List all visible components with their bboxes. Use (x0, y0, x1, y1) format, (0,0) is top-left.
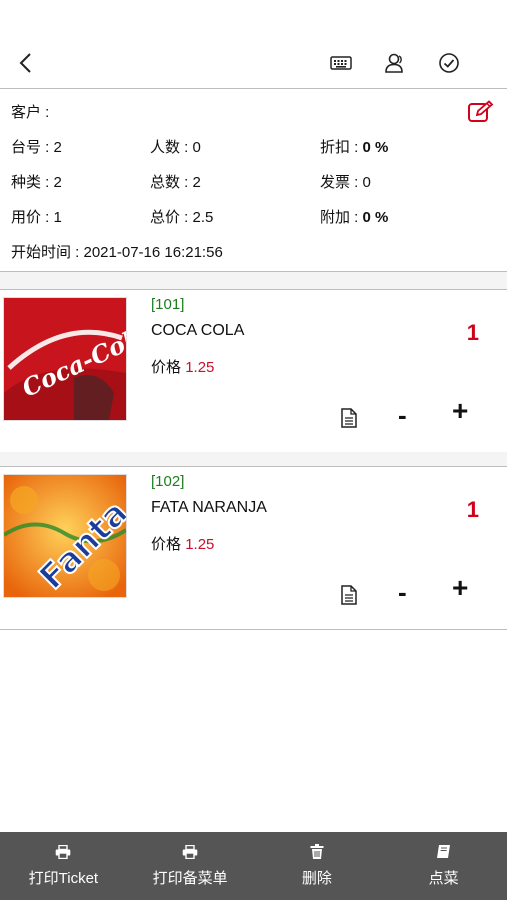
confirm-button[interactable] (434, 48, 464, 78)
discount-value: 0 % (362, 139, 389, 156)
item-quantity: 1 (466, 497, 479, 522)
increase-button[interactable]: + (452, 396, 468, 426)
check-circle-icon (439, 53, 459, 73)
product-image-fanta: Fanta (3, 474, 127, 598)
item-name: FATA NARANJA (151, 499, 267, 516)
item-price: 价格 1.25 (151, 533, 214, 554)
extra-label: 附加 : (320, 209, 363, 226)
extra: 附加 : 0 % (320, 206, 388, 227)
price-used: 用价 : 1 (11, 209, 62, 226)
section-gap (0, 452, 507, 466)
customer-icon (385, 53, 403, 73)
delete-label: 删除 (301, 870, 332, 887)
book-icon (437, 845, 451, 858)
list-item[interactable]: Coca-Cola [101] COCA COLA 价格 1.25 1 - + (0, 289, 507, 453)
item-note-button[interactable] (340, 585, 362, 607)
customer-button[interactable] (380, 48, 410, 78)
discount: 折扣 : 0 % (320, 136, 388, 157)
edit-icon (468, 100, 494, 122)
price-label: 价格 (151, 359, 182, 376)
order-info-panel: 客户 : 台号 : 2 人数 : 0 折扣 : 0 % 种类 : 2 总数 : … (0, 89, 507, 272)
print-ticket-button[interactable]: 打印Ticket (0, 832, 127, 900)
back-arrow-icon (19, 53, 31, 73)
total-count: 总数 : 2 (150, 174, 201, 191)
table-number: 台号 : 2 (11, 139, 62, 156)
total-price: 总价 : 2.5 (150, 209, 214, 226)
start-time: 开始时间 : 2021-07-16 16:21:56 (11, 244, 223, 261)
printer-icon (182, 844, 198, 859)
item-code: [102] (151, 473, 185, 490)
bottom-action-bar: 打印Ticket 打印备菜单 删除 点菜 (0, 832, 507, 900)
top-bar (0, 0, 507, 89)
edit-order-button[interactable] (467, 100, 495, 126)
item-quantity: 1 (466, 320, 479, 345)
print-prep-menu-button[interactable]: 打印备菜单 (127, 832, 254, 900)
price-value: 1.25 (185, 536, 215, 553)
item-price: 价格 1.25 (151, 356, 214, 377)
keyboard-button[interactable] (326, 48, 356, 78)
extra-value: 0 % (362, 209, 389, 226)
increase-button[interactable]: + (452, 573, 468, 603)
customer-label: 客户 : (11, 104, 50, 121)
category-count: 种类 : 2 (11, 174, 62, 191)
order-dishes-button[interactable]: 点菜 (380, 832, 507, 900)
product-image-coca-cola: Coca-Cola (3, 297, 127, 421)
note-icon (341, 585, 357, 605)
section-gap (0, 272, 507, 289)
print-prep-menu-label: 打印备菜单 (152, 869, 228, 887)
delete-button[interactable]: 删除 (254, 832, 381, 900)
price-value: 1.25 (185, 359, 215, 376)
invoice: 发票 : 0 (320, 174, 371, 191)
back-button[interactable] (10, 48, 40, 78)
trash-icon (310, 844, 324, 859)
people-count: 人数 : 0 (150, 139, 201, 156)
note-icon (341, 408, 357, 428)
price-label: 价格 (151, 536, 182, 553)
decrease-button[interactable]: - (398, 400, 407, 430)
order-dishes-label: 点菜 (428, 870, 459, 887)
item-note-button[interactable] (340, 408, 362, 430)
list-item[interactable]: Fanta [102] FATA NARANJA 价格 1.25 1 - + (0, 466, 507, 630)
discount-label: 折扣 : (320, 139, 363, 156)
decrease-button[interactable]: - (398, 577, 407, 607)
keyboard-icon (330, 56, 352, 70)
item-name: COCA COLA (151, 322, 245, 339)
print-ticket-label: 打印Ticket (28, 869, 99, 887)
item-code: [101] (151, 296, 185, 313)
printer-icon (56, 844, 71, 859)
